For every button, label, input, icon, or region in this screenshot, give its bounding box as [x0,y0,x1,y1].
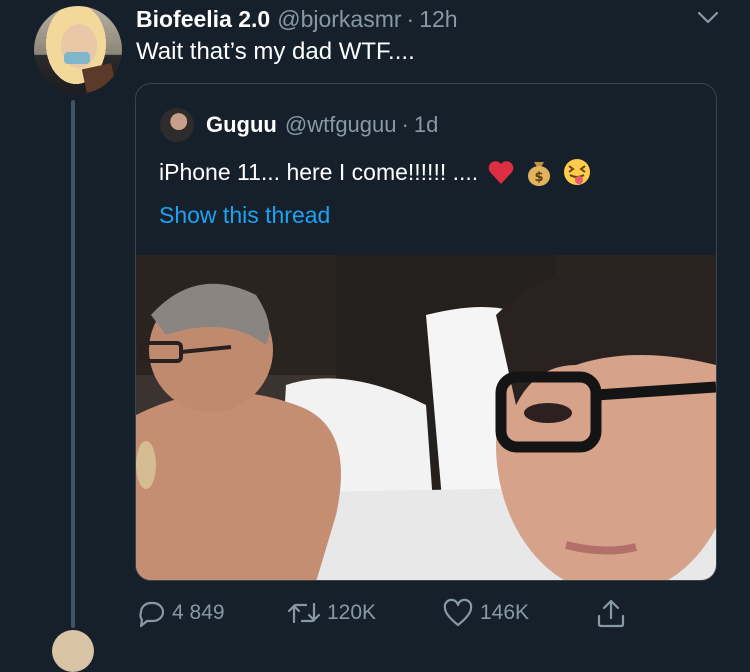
tweet-action-bar: 4 849 120K 146K [0,596,750,632]
heart-icon [443,598,473,627]
quoted-tweet-header: Guguu @wtfguguu · 1d [206,112,438,138]
reply-count: 4 849 [172,601,225,624]
share-icon [597,599,625,628]
like-button[interactable]: 146K [442,598,529,628]
show-thread-link[interactable]: Show this thread [159,202,330,229]
photo-illustration [136,255,716,580]
thread-connector-line [71,100,75,628]
heart-emoji-icon [488,161,514,184]
retweet-icon [287,602,321,624]
next-tweet-avatar[interactable] [52,630,94,672]
quoted-tweet-photo[interactable] [136,255,716,580]
retweet-button[interactable]: 120K [287,598,376,628]
author-avatar[interactable] [34,6,122,94]
quoted-tweet-card[interactable]: Guguu @wtfguguu · 1d iPhone 11... here I… [135,83,717,581]
book-detail [81,63,117,93]
header-separator: · [406,6,415,32]
share-button[interactable] [594,596,634,630]
tweet-time[interactable]: 12h [419,6,457,33]
quoted-tweet-text-row: iPhone 11... here I come!!!!!! .... $ [159,157,592,187]
tweet-header: Biofeelia 2.0 @bjorkasmr · 12h [136,6,458,34]
quoted-author-handle: @wtfguguu [284,112,397,137]
like-count: 146K [480,601,530,624]
chevron-down-icon[interactable] [696,8,720,28]
quoted-author-avatar [160,108,194,142]
money-bag-emoji-icon: $ [528,162,551,186]
tweet-text: Wait that’s my dad WTF.... [136,38,415,65]
quoted-tweet-time: 1d [413,112,439,137]
svg-text:$: $ [535,170,544,185]
quoted-author-name: Guguu [206,112,277,137]
face-mask-detail [64,52,90,64]
squinting-tongue-emoji-icon [564,159,591,185]
author-handle[interactable]: @bjorkasmr [277,6,401,33]
reply-button[interactable]: 4 849 [136,598,225,628]
quoted-tweet-text: iPhone 11... here I come!!!!!! .... [159,158,479,185]
quoted-header-separator: · [401,112,409,137]
retweet-count: 120K [327,601,377,624]
author-name[interactable]: Biofeelia 2.0 [136,6,270,33]
reply-icon [139,601,165,628]
